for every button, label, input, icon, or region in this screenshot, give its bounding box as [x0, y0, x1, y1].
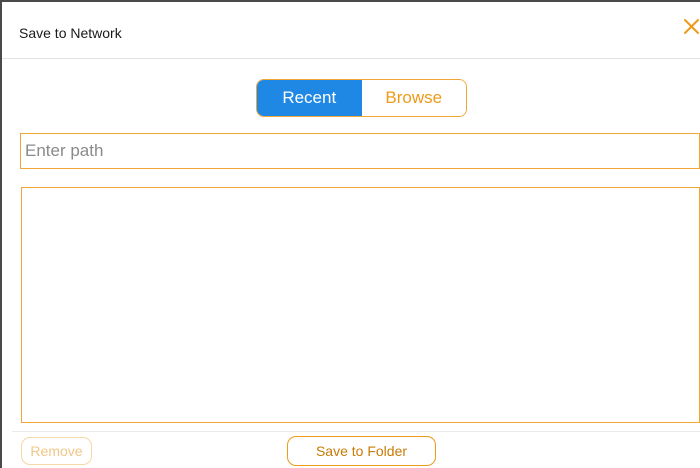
save-to-network-dialog: Save to Network Recent Browse Remove Sav… [0, 0, 700, 468]
tab-browse[interactable]: Browse [361, 80, 466, 116]
close-icon[interactable] [682, 16, 700, 36]
source-tab-switcher: Recent Browse [256, 79, 467, 117]
path-input[interactable] [20, 133, 700, 169]
remove-button[interactable]: Remove [21, 437, 92, 465]
footer-divider [12, 431, 700, 432]
tab-recent[interactable]: Recent [257, 80, 362, 116]
save-to-folder-button[interactable]: Save to Folder [287, 436, 436, 466]
dialog-title: Save to Network [19, 25, 122, 41]
dialog-title-bar: Save to Network [2, 2, 700, 59]
recent-paths-list[interactable] [21, 187, 700, 423]
